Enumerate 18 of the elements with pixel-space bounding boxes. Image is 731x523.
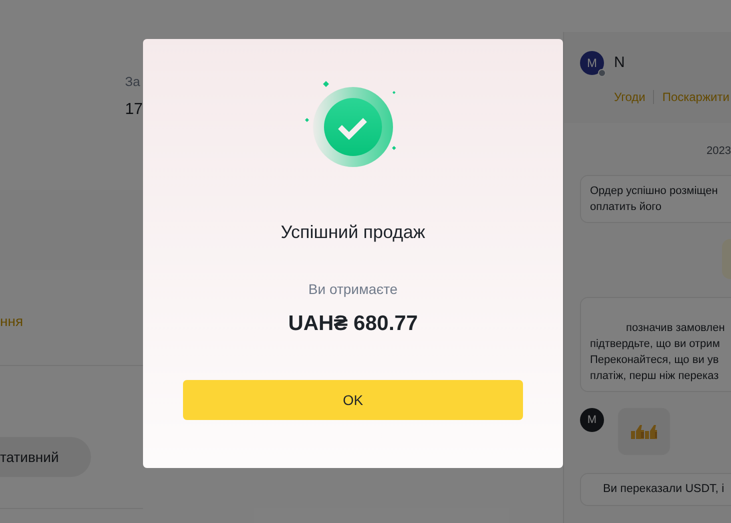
chat-message: Ордер успішно розміщен оплатить його [580,175,731,223]
date-label: 2023 [706,144,731,159]
user-avatar: M [580,51,604,75]
ok-button[interactable]: OK [183,380,523,420]
chat-tab[interactable]: Угоди [614,88,646,106]
thumbs-up-icon [630,424,658,440]
field-label: За [125,74,142,90]
link-text[interactable]: ння [0,313,24,329]
option-pill[interactable]: тативний [0,437,91,477]
dialog-subtitle: Ви отримаєте [308,280,398,298]
chat-message: позначив замовлен підтвердьте, що ви отрим Переконайтеся, що ви ув платіж, перш ніж переказ [580,297,731,392]
amount-text: UAH₴ 680.77 [288,311,418,337]
user-name: N [614,52,625,73]
chat-message: Ви переказали USDT, і [580,473,731,506]
user-avatar: M [580,408,604,432]
dialog-title: Успішний продаж [280,221,426,243]
field-value: 17 [125,100,143,120]
chat-tab[interactable]: Поскаржити [662,88,730,106]
